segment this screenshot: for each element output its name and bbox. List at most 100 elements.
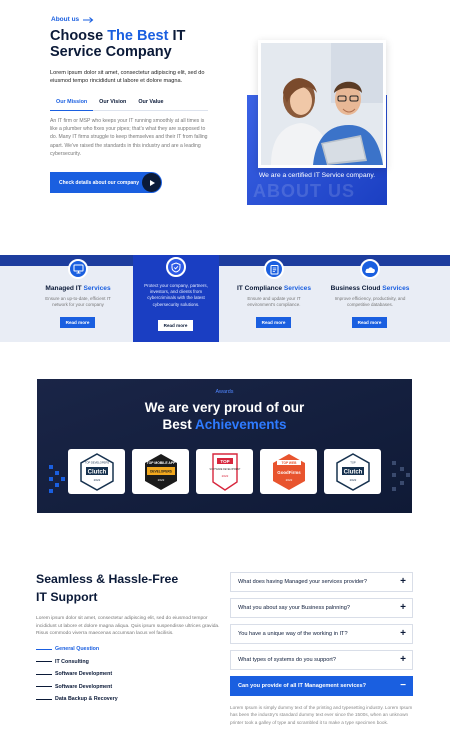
service-title-highlight: Services xyxy=(382,285,410,292)
topic-label: Data Backup & Recovery xyxy=(55,696,118,703)
service-title-text: Managed IT xyxy=(45,285,84,292)
faq-item[interactable]: You have a unique way of the working in … xyxy=(230,624,413,644)
faq-question: What does having Managed your services p… xyxy=(238,579,368,585)
topic-data-backup[interactable]: Data Backup & Recovery xyxy=(36,693,118,706)
faq-question: Can you provide of all IT Management ser… xyxy=(238,683,367,689)
topic-marker xyxy=(36,698,52,700)
clutch-badge-2-year: 2022 xyxy=(349,478,356,482)
plus-icon: + xyxy=(400,576,406,587)
faq-item[interactable]: What does having Managed your services p… xyxy=(230,572,413,592)
topic-software-development[interactable]: Software Development xyxy=(36,668,118,681)
clutch-badge-1-label: Clutch xyxy=(87,469,106,475)
topic-it-consulting[interactable]: IT Consulting xyxy=(36,656,118,669)
faq-question: You have a unique way of the working in … xyxy=(238,631,348,637)
service-description: Ensure and update your IT environment's … xyxy=(247,296,301,308)
software-badge-top: TOP xyxy=(220,459,229,464)
service-title-highlight: Services xyxy=(83,285,111,292)
read-more-button[interactable]: Read more xyxy=(158,320,193,331)
clutch-badge-2-label: Clutch xyxy=(343,469,362,475)
support-lead: Lorem ipsum dolor sit amet, consectetur … xyxy=(36,616,220,637)
cloud-icon xyxy=(360,259,380,279)
clutch-badge-1-top: TOP DEVELOPERS xyxy=(84,460,109,464)
service-card-cybersecurity: Protect your company, partners, investor… xyxy=(133,255,219,342)
monitor-icon xyxy=(68,259,88,279)
about-eyebrow-label: About us xyxy=(51,16,80,23)
faq-item[interactable]: What types of systems do you support? + xyxy=(230,650,413,670)
awards-title-line1: We are very proud of our xyxy=(144,400,305,415)
service-title-text: IT Compliance xyxy=(236,285,284,292)
awards-title-highlight: Achievements xyxy=(194,416,287,432)
topic-general-question[interactable]: General Question xyxy=(36,643,118,656)
faq-item-open[interactable]: Can you provide of all IT Management ser… xyxy=(230,676,413,696)
mobile-app-badge-top: TOP MOBILE APP xyxy=(146,461,176,465)
topic-marker xyxy=(36,686,52,688)
service-title: Business Cloud Services xyxy=(327,285,413,292)
tab-content: An IT firm or MSP who keeps your IT runn… xyxy=(50,118,208,157)
software-badge-year: 2022 xyxy=(221,474,228,478)
dot-pattern-right xyxy=(392,461,410,491)
photo-backdrop-text: ABOUT US xyxy=(253,181,355,201)
top-mobile-app-badge: TOP MOBILE APP DEVELOPERS 2022 xyxy=(132,449,189,494)
read-more-button[interactable]: Read more xyxy=(352,317,387,328)
clutch-badge-1: Clutch TOP DEVELOPERS 2022 xyxy=(68,449,125,494)
about-title: Choose The Best IT Service Company xyxy=(50,28,220,60)
tab-our-mission[interactable]: Our Mission xyxy=(50,97,94,111)
tab-our-value[interactable]: Our Value xyxy=(132,97,169,111)
shield-icon xyxy=(166,257,186,277)
topic-label: General Question xyxy=(55,646,100,653)
arrow-right-icon xyxy=(83,16,94,23)
mobile-app-badge-year: 2022 xyxy=(157,478,164,482)
about-eyebrow: About us xyxy=(51,16,94,23)
mobile-app-badge-label: DEVELOPERS xyxy=(150,469,172,473)
software-badge-label: SOFTWARE DEVELOPMENT xyxy=(209,468,241,471)
clutch-badge-1-year: 2022 xyxy=(93,478,100,482)
service-description: Protect your company, partners, investor… xyxy=(144,283,208,307)
team-photo xyxy=(258,40,386,168)
about-title-highlight: The Best xyxy=(107,28,169,44)
service-title-text: Business Cloud xyxy=(330,285,383,292)
minus-icon: − xyxy=(400,680,406,691)
plus-icon: + xyxy=(400,628,406,639)
goodfirms-badge-label: GoodFirms xyxy=(277,470,301,475)
clutch-badge-icon: Clutch TOP DEVELOPERS 2022 xyxy=(79,452,114,491)
service-card-it-compliance: IT Compliance Services Ensure and update… xyxy=(231,255,317,342)
support-title: Seamless & Hassle-Free IT Support xyxy=(36,570,206,606)
awards-title-line2: Best xyxy=(162,416,195,432)
company-details-button[interactable]: Check details about our company xyxy=(50,172,162,193)
company-details-label: Check details about our company xyxy=(59,179,140,186)
plus-icon: + xyxy=(400,602,406,613)
read-more-button[interactable]: Read more xyxy=(60,317,95,328)
dot-pattern-left xyxy=(49,465,65,493)
topic-label: Software Development xyxy=(55,683,113,690)
clutch-badge-2: Clutch TOP 2022 xyxy=(324,449,381,494)
about-lead: Lorem ipsum dolor sit amet, consectetur … xyxy=(50,70,205,85)
clipboard-icon xyxy=(264,259,284,279)
goodfirms-badge-icon: TOP WEB GoodFirms 2022 xyxy=(272,453,305,490)
support-title-line2: IT Support xyxy=(36,590,98,604)
service-card-business-cloud: Business Cloud Services Improve efficien… xyxy=(327,255,413,342)
faq-item[interactable]: What you about say your Business palnnin… xyxy=(230,598,413,618)
awards-title: We are very proud of our Best Achievemen… xyxy=(37,400,412,433)
clutch-badge-2-top: TOP xyxy=(350,460,356,464)
about-tabs: Our Mission Our Vision Our Value xyxy=(50,97,208,111)
clutch-badge-icon: Clutch TOP 2022 xyxy=(335,452,370,491)
faq-answer: Lorem Ipsum is simply dummy text of the … xyxy=(230,705,413,725)
service-title: IT Compliance Services xyxy=(231,285,317,292)
about-title-part1: Choose xyxy=(50,28,108,44)
play-icon xyxy=(142,173,161,192)
topic-marker xyxy=(36,661,52,663)
service-card-managed-it: Managed IT Services Ensure an up-to-date… xyxy=(35,255,121,342)
topic-marker xyxy=(36,648,52,650)
photo-caption: We are a certified IT Service company. xyxy=(258,172,376,179)
service-title: Managed IT Services xyxy=(35,285,121,292)
topic-label: Software Development xyxy=(55,671,113,678)
goodfirms-badge-year: 2022 xyxy=(285,478,292,482)
awards-banner: Awards We are very proud of our Best Ach… xyxy=(37,379,412,513)
topic-software-development-2[interactable]: Software Development xyxy=(36,681,118,694)
topic-list: General Question IT Consulting Software … xyxy=(36,643,118,706)
tab-our-vision[interactable]: Our Vision xyxy=(93,97,132,111)
service-title-highlight: Services xyxy=(283,285,312,292)
faq-question: What types of systems do you support? xyxy=(238,657,336,663)
software-badge-icon: TOP SOFTWARE DEVELOPMENT 2022 xyxy=(209,452,241,491)
read-more-button[interactable]: Read more xyxy=(256,317,291,328)
